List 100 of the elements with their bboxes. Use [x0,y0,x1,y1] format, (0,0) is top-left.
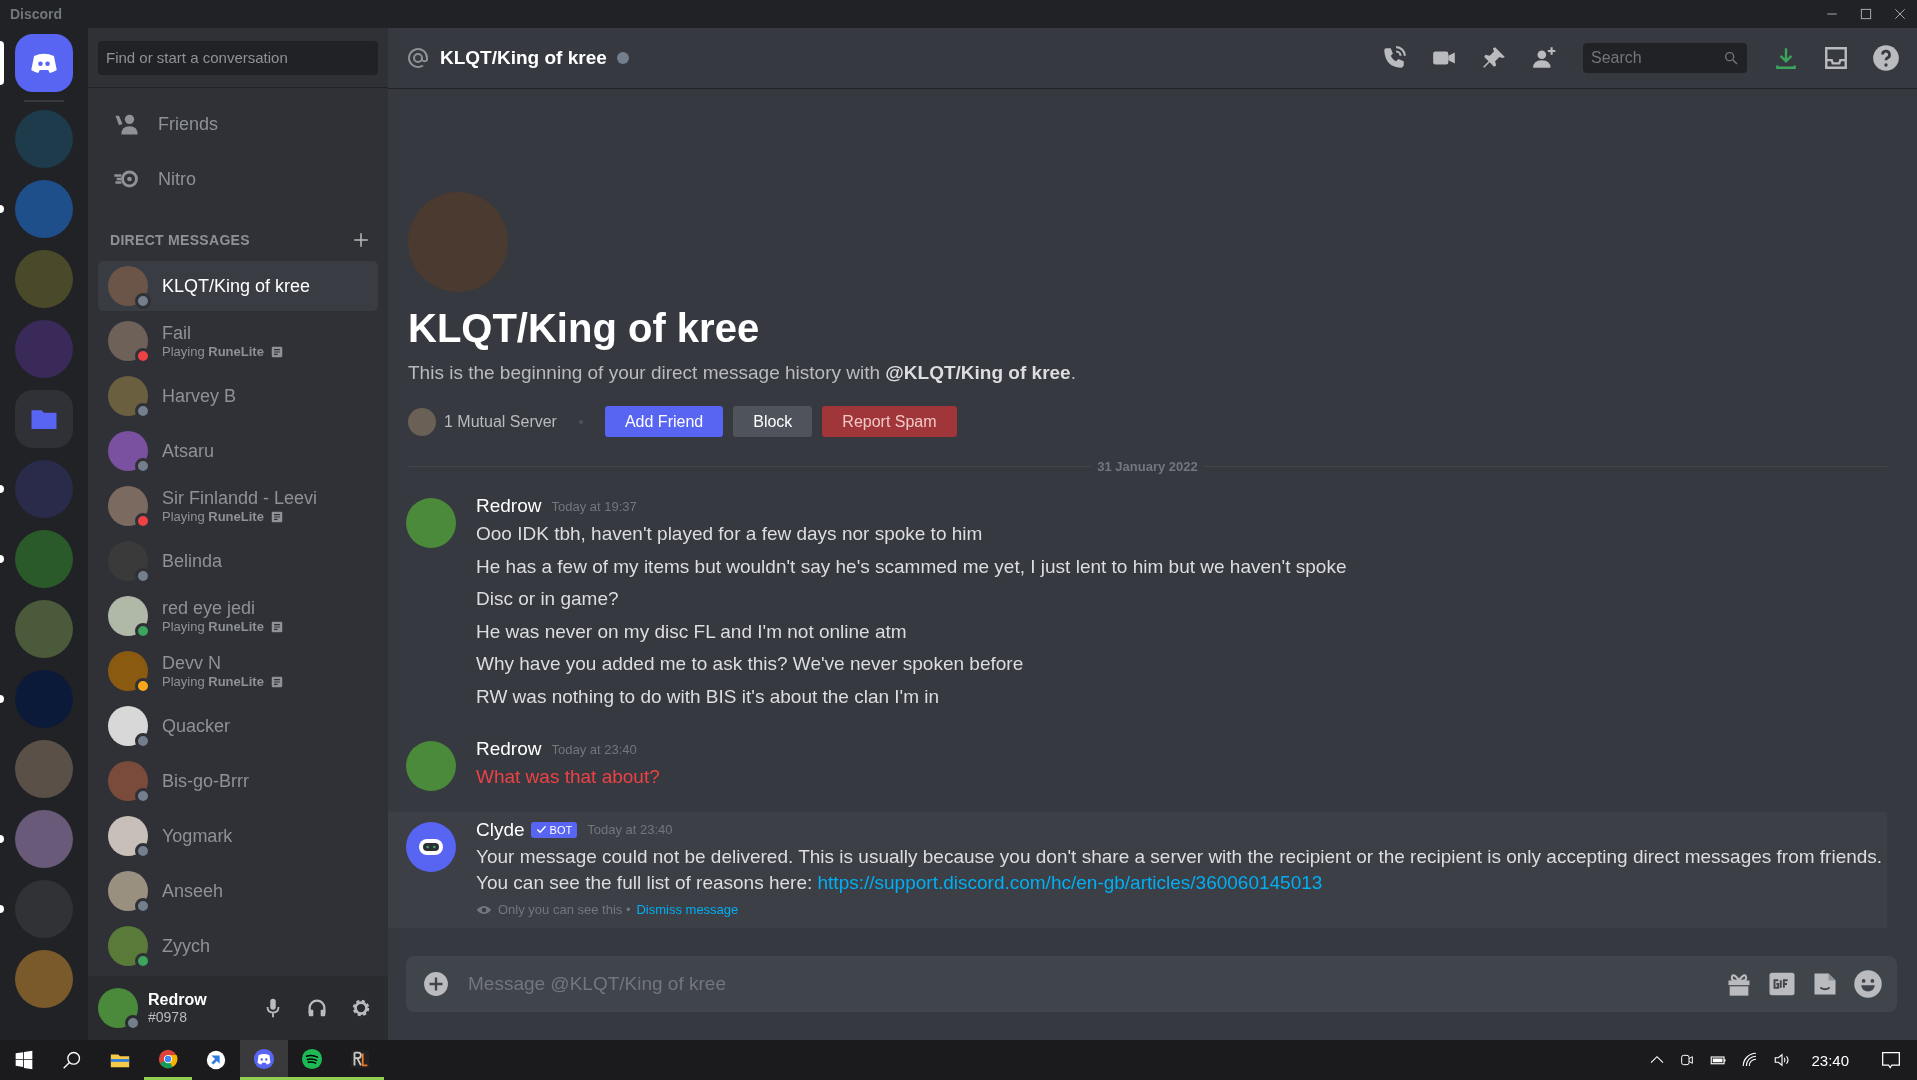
avatar [108,706,148,746]
author-name[interactable]: Redrow [476,738,542,760]
avatar [108,321,148,361]
contact-name: Harvey B [162,385,237,407]
conversation-item[interactable]: Devv N Playing RuneLite [98,646,378,696]
avatar [406,741,456,791]
message-text: Why have you added me to ask this? We've never spoken before [476,652,1025,676]
author-name[interactable]: Redrow [476,495,542,517]
nav-item[interactable]: Friends [98,98,378,150]
user-tag: #0978 [148,1009,246,1025]
contact-name: Yogmark [162,825,233,847]
conversation-item[interactable]: Anseeh [98,866,378,916]
activity-text: Playing RuneLite [162,674,264,689]
server-folder[interactable] [15,390,73,448]
username: Redrow [148,991,208,1009]
contact-name: Quacker [162,715,231,737]
section-header: DIRECT MESSAGES [110,232,250,248]
help-icon[interactable] [1872,44,1900,72]
chat-app-icon[interactable] [253,1047,275,1070]
add-friend-button[interactable]: Add Friend [604,406,724,437]
activity-text: Playing RuneLite [162,619,264,634]
link[interactable]: https://support.discord.com/hc/en-gb/articles/360060145013 [817,871,1323,893]
avatar [108,651,148,691]
contact-name: Bis-go-Brrr [162,770,249,792]
conversation-item[interactable]: red eye jedi Playing RuneLite [98,591,378,641]
document-icon [269,509,284,524]
window-title: Discord [10,6,63,22]
timestamp: Today at 19:37 [551,498,637,514]
plus-circle-icon[interactable] [423,971,449,997]
message-text: He has a few of my items but wouldn't say he's scammed me yet, I just lent to him but we haven't spoke [476,554,1348,579]
search-icon[interactable] [62,1050,82,1070]
author-name[interactable]: Clyde [476,818,525,841]
contact-name: Atsaru [162,440,215,462]
dismiss-link[interactable]: Dismiss message [636,902,739,917]
at-sign-icon [406,46,430,70]
camera-icon[interactable] [1679,1052,1696,1068]
contact-name: KLQT/King of kree [162,275,311,297]
conversation-item[interactable]: Sir Finlandd - Leevi Playing RuneLite [98,481,378,531]
avatar [406,498,456,548]
mutual-servers-text[interactable]: 1 Mutual Server [444,412,557,431]
report-button[interactable]: Report Spam [822,406,957,437]
document-icon [269,619,284,634]
server-icon [408,407,436,436]
contact-name: Fail [162,323,192,344]
conversation-item[interactable]: Fail Playing RuneLite [98,316,378,366]
profile-name: KLQT/King of kree [408,305,761,352]
contact-name: Zyych [162,935,210,957]
bot-badge: BOT [530,821,578,838]
conversation-item[interactable]: Atsaru [98,426,378,476]
settings-icon[interactable] [350,997,372,1019]
add-friend-icon[interactable] [1531,45,1557,71]
speaker-icon[interactable] [1773,1051,1792,1069]
plus-icon[interactable] [352,231,370,249]
message-text: Disc or in game? [476,587,620,611]
start-icon[interactable] [14,1050,34,1070]
conversation-item[interactable]: KLQT/King of kree [98,261,378,311]
emoji-icon[interactable] [1853,969,1883,999]
conversation-item[interactable]: Bis-go-Brrr [98,756,378,806]
download-icon[interactable] [1773,45,1799,71]
home-button[interactable] [15,34,73,92]
taskbar-app[interactable] [240,1040,288,1080]
phone-call-icon[interactable] [1381,45,1407,71]
nav-item[interactable]: Nitro [98,153,378,205]
message-text: RW was nothing to do with BIS it's about the clan I'm in [476,684,941,709]
activity-text: Playing RuneLite [162,344,264,359]
game-app-icon[interactable] [349,1047,371,1070]
message-text: He was never on my disc FL and I'm not online atm [476,619,908,644]
avatar [108,266,148,306]
music-app-icon[interactable] [301,1047,323,1070]
app-icon[interactable] [205,1049,227,1071]
avatar [108,431,148,471]
conversation-item[interactable]: Yogmark [98,811,378,861]
check-icon [535,824,547,835]
search-field[interactable]: Find or start a conversation [98,40,378,75]
avatar [108,926,148,966]
headphones-icon[interactable] [306,997,328,1019]
avatar [108,871,148,911]
avatar [108,816,148,856]
block-button[interactable]: Block [733,406,813,437]
timestamp: Today at 23:40 [551,741,637,757]
welcome-text: This is the beginning of your direct message history with @KLQT/King of kree. [408,362,1077,384]
notification-icon[interactable] [1881,1050,1901,1070]
maximize-icon[interactable] [1859,7,1873,21]
close-icon[interactable] [1893,7,1907,21]
conversation-item[interactable]: Harvey B [98,371,378,421]
conversation-item[interactable]: Zyych [98,921,378,971]
clock: 23:40 [1811,1051,1849,1069]
browser-icon[interactable] [157,1047,179,1070]
contact-name: Sir Finlandd - Leevi [162,488,318,509]
conversation-item[interactable]: Quacker [98,701,378,751]
avatar [108,596,148,636]
avatar [98,988,138,1028]
conversation-item[interactable]: Belinda [98,536,378,586]
contact-name: Anseeh [162,880,224,902]
message-text: Ooo IDK tbh, haven't played for a few days nor spoke to him [476,522,984,546]
avatar [108,376,148,416]
avatar [108,761,148,801]
search-field[interactable]: Search [1583,43,1747,73]
inbox-icon[interactable] [1823,45,1849,71]
contact-name: red eye jedi [162,598,257,619]
